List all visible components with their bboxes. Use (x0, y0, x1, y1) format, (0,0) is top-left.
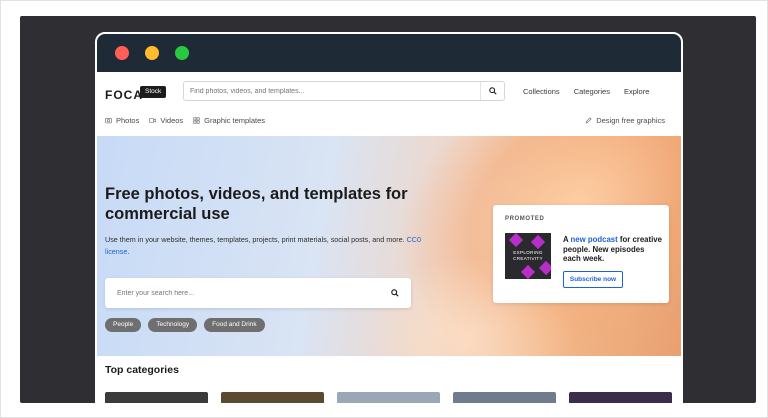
hero-section: Free photos, videos, and templates for c… (97, 136, 681, 356)
popular-tags: People Technology Food and Drink (105, 318, 265, 332)
subnav-photos-label: Photos (116, 116, 140, 125)
category-thumbnail[interactable] (337, 392, 440, 403)
grid-icon (193, 117, 200, 124)
subnav-videos[interactable]: Videos (149, 116, 183, 125)
cover-diamond-shape (508, 233, 524, 248)
category-thumbnail[interactable] (569, 392, 672, 403)
site-header: FOCA Stock Collections Categories Explor… (97, 72, 681, 136)
subnav-photos[interactable]: Photos (105, 116, 139, 125)
cover-diamond-shape (530, 234, 546, 250)
close-window-button[interactable] (115, 46, 129, 60)
category-thumbnails (105, 392, 672, 403)
search-icon (391, 289, 399, 297)
search-icon (488, 87, 497, 95)
cover-diamond-shape (538, 260, 551, 276)
category-thumbnail[interactable] (453, 392, 556, 403)
promoted-card: PROMOTED EXPLORING CREATIVITY A new podc… (493, 205, 669, 303)
category-thumbnail[interactable] (221, 392, 324, 403)
category-thumbnail[interactable] (105, 392, 208, 403)
podcast-cover-image[interactable]: EXPLORING CREATIVITY (505, 233, 551, 279)
nav-link-categories[interactable]: Categories (574, 87, 610, 96)
design-free-graphics-link[interactable]: Design free graphics (585, 116, 665, 125)
hero-search-button[interactable] (389, 287, 401, 299)
new-podcast-link[interactable]: new podcast (571, 235, 618, 244)
nav-link-collections[interactable]: Collections (523, 87, 560, 96)
tag-food-and-drink[interactable]: Food and Drink (204, 318, 265, 332)
hero-description-end: . (127, 246, 130, 256)
subnav-graphic-templates-label: Graphic templates (204, 116, 266, 125)
header-links: Collections Categories Explore (523, 87, 649, 96)
cover-diamond-shape (520, 264, 536, 279)
promo-message: A new podcast for creative people. New e… (563, 235, 663, 264)
promoted-label: PROMOTED (505, 216, 545, 222)
camera-icon (105, 118, 112, 124)
header-search-box (183, 81, 505, 101)
nav-link-explore[interactable]: Explore (624, 87, 649, 96)
subnav-graphic-templates[interactable]: Graphic templates (193, 116, 265, 125)
subscribe-button[interactable]: Subscribe now (563, 271, 623, 288)
hero-description: Use them in your website, themes, templa… (105, 234, 425, 257)
header-search-button[interactable] (480, 82, 504, 100)
tag-people[interactable]: People (105, 318, 142, 332)
hero-description-text: Use them in your website, themes, templa… (105, 235, 405, 244)
subnav-videos-label: Videos (160, 116, 184, 125)
video-icon (149, 118, 157, 123)
tag-technology[interactable]: Technology (148, 318, 198, 332)
design-free-graphics-label: Design free graphics (596, 116, 665, 125)
minimize-window-button[interactable] (145, 46, 159, 60)
desktop-backdrop: FOCA Stock Collections Categories Explor… (20, 16, 756, 403)
header-search-input[interactable] (190, 82, 480, 100)
screenshot-frame: FOCA Stock Collections Categories Explor… (0, 0, 768, 418)
media-type-nav: Photos Videos Graphic templates (105, 116, 265, 125)
top-categories-heading: Top categories (105, 364, 179, 376)
browser-window: FOCA Stock Collections Categories Explor… (95, 32, 683, 403)
hero-search-box (105, 278, 411, 308)
hero-search-input[interactable] (117, 286, 377, 300)
maximize-window-button[interactable] (175, 46, 189, 60)
window-titlebar (97, 34, 681, 72)
cover-caption: EXPLORING CREATIVITY (513, 250, 543, 261)
site-logo[interactable]: FOCA (105, 88, 143, 102)
promo-text-pre: A (563, 235, 571, 244)
pen-icon (585, 117, 592, 124)
hero-title: Free photos, videos, and templates for c… (105, 185, 408, 223)
logo-badge: Stock (140, 86, 167, 98)
